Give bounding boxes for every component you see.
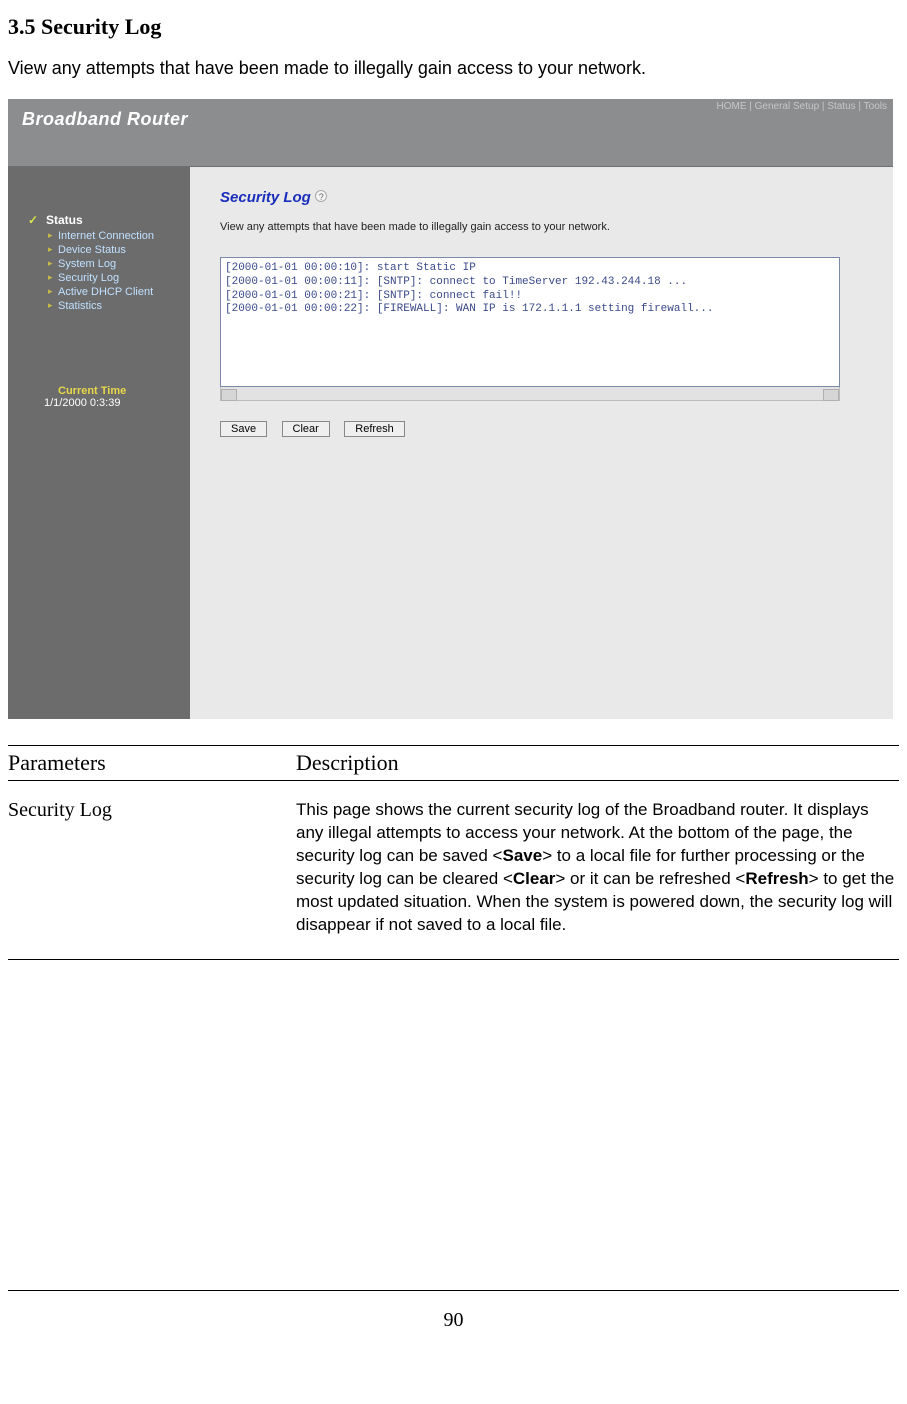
col-parameters: Parameters	[8, 746, 296, 781]
param-desc-security-log: This page shows the current security log…	[296, 781, 899, 960]
page-description: View any attempts that have been made to…	[220, 221, 863, 233]
section-intro: View any attempts that have been made to…	[8, 58, 899, 79]
main-panel: Security Log ? View any attempts that ha…	[190, 167, 893, 719]
sidebar-item-statistics[interactable]: Statistics	[8, 299, 190, 313]
desc-text: > or it can be refreshed <	[555, 869, 745, 888]
page-number: 90	[8, 1290, 899, 1332]
nav-tools[interactable]: Tools	[864, 101, 887, 112]
security-log-textarea[interactable]: [2000-01-01 00:00:10]: start Static IP […	[220, 257, 840, 387]
nav-sep: |	[856, 101, 864, 112]
top-nav: HOME | General Setup | Status | Tools	[716, 101, 887, 112]
sidebar-item-active-dhcp-client[interactable]: Active DHCP Client	[8, 285, 190, 299]
sidebar-item-internet-connection[interactable]: Internet Connection	[8, 229, 190, 243]
param-name-security-log: Security Log	[8, 781, 296, 960]
brand-label: Broadband Router	[22, 109, 188, 130]
refresh-button[interactable]: Refresh	[344, 421, 405, 437]
col-description: Description	[296, 746, 899, 781]
current-time-label: Current Time	[8, 385, 190, 397]
sidebar: Status Internet Connection Device Status…	[8, 167, 190, 719]
router-screenshot: Broadband Router HOME | General Setup | …	[8, 99, 893, 719]
nav-status[interactable]: Status	[827, 101, 855, 112]
nav-general-setup[interactable]: General Setup	[755, 101, 820, 112]
clear-button[interactable]: Clear	[282, 421, 330, 437]
section-heading: 3.5 Security Log	[8, 14, 899, 40]
page-title: Security Log	[220, 189, 311, 206]
screenshot-header: Broadband Router HOME | General Setup | …	[8, 99, 893, 167]
parameters-table: Parameters Description Security Log This…	[8, 745, 899, 960]
screenshot-body: Status Internet Connection Device Status…	[8, 167, 893, 719]
sidebar-status-heading[interactable]: Status	[8, 213, 190, 227]
current-time-value: 1/1/2000 0:3:39	[8, 397, 190, 409]
desc-bold-refresh: Refresh	[745, 869, 808, 888]
nav-home[interactable]: HOME	[716, 101, 746, 112]
button-row: Save Clear Refresh	[220, 419, 863, 437]
nav-sep: |	[746, 101, 754, 112]
sidebar-item-device-status[interactable]: Device Status	[8, 243, 190, 257]
sidebar-item-system-log[interactable]: System Log	[8, 257, 190, 271]
desc-bold-clear: Clear	[513, 869, 556, 888]
help-icon[interactable]: ?	[315, 190, 327, 202]
sidebar-item-security-log[interactable]: Security Log	[8, 271, 190, 285]
desc-bold-save: Save	[502, 846, 542, 865]
scrollbar-horizontal[interactable]	[220, 387, 840, 401]
save-button[interactable]: Save	[220, 421, 267, 437]
